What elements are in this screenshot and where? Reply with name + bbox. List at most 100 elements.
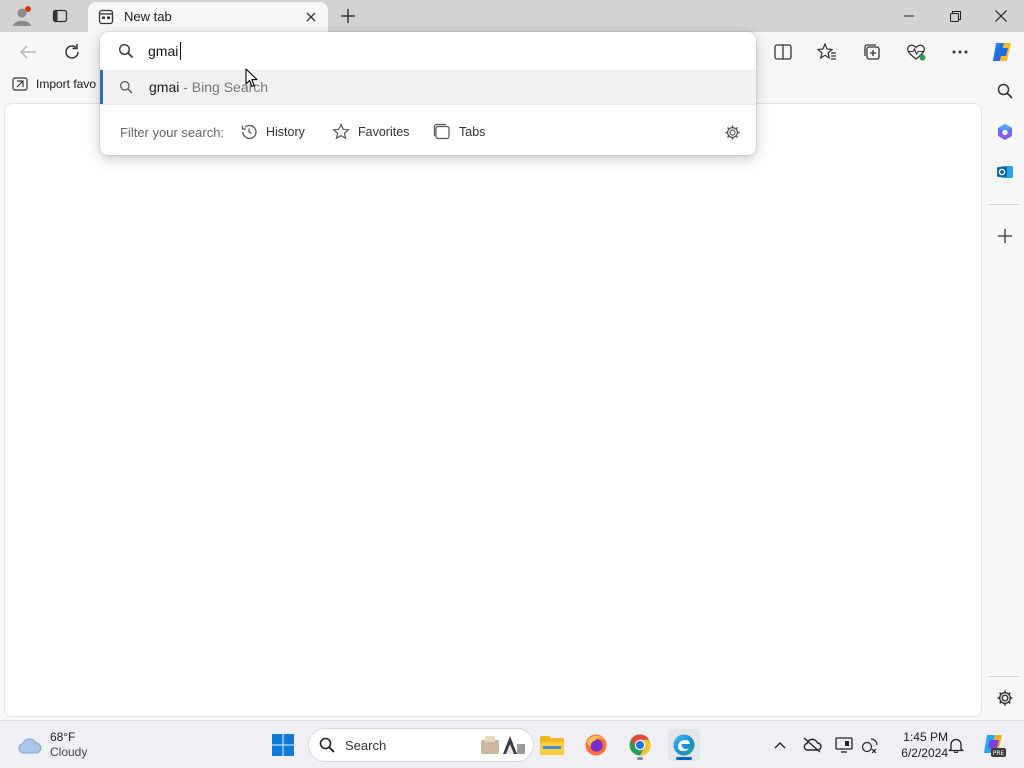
network-icon [861,738,878,753]
search-icon [119,80,133,94]
collections-button[interactable] [856,36,888,68]
split-screen-button[interactable] [767,36,799,68]
close-icon [995,10,1007,22]
search-icon [319,737,335,753]
close-icon [306,12,316,22]
refresh-button[interactable] [56,36,88,68]
windows-logo-icon [272,734,294,756]
favorites-button[interactable] [811,36,843,68]
chevron-up-icon [774,742,786,749]
tab-close-button[interactable] [302,8,320,26]
filter-label: Filter your search: [120,125,225,140]
weather-condition: Cloudy [50,745,88,759]
title-bar: New tab [0,0,1024,32]
taskbar-search-box[interactable]: Search [308,728,534,762]
search-icon [997,83,1013,99]
dropdown-divider [100,104,756,105]
gear-icon [997,690,1013,706]
taskbar-file-explorer[interactable] [536,729,568,761]
sidebar-add-button[interactable] [990,221,1020,251]
back-button[interactable] [12,36,44,68]
new-tab-page-icon [98,9,114,25]
import-icon [12,77,28,91]
minimize-icon [904,15,914,17]
notifications-button[interactable] [946,735,966,755]
running-indicator [637,757,643,760]
split-screen-icon [774,44,792,60]
clock-time: 1:45 PM [903,730,948,744]
filter-history-label: History [266,125,305,139]
search-suggestion[interactable]: gmai - Bing Search [100,70,756,104]
taskbar-chrome[interactable] [624,729,656,761]
sidebar-shopping-button[interactable] [990,117,1020,147]
sidebar-divider [989,204,1019,205]
tab-title: New tab [124,9,172,24]
taskbar-firefox[interactable] [580,729,612,761]
new-tab-button[interactable] [330,0,366,32]
tray-copilot-pre[interactable]: PRE [980,732,1006,758]
favorites-star-icon [817,43,836,60]
tab-actions-icon [52,9,68,23]
firefox-icon [585,734,607,756]
search-settings-button[interactable] [722,122,742,142]
history-icon [241,124,257,140]
refresh-icon [65,44,79,59]
bell-icon [948,738,964,753]
page-content [4,103,982,717]
tray-display[interactable] [834,735,854,755]
address-bar [100,32,756,70]
filter-tabs[interactable]: Tabs [433,120,485,144]
taskbar-edge[interactable] [668,729,700,761]
folder-icon [540,736,564,755]
sidebar-search-button[interactable] [990,76,1020,106]
back-arrow-icon [19,45,36,59]
tray-onedrive[interactable] [802,735,822,755]
tray-network[interactable] [860,735,880,755]
display-icon [835,737,853,753]
search-highlight-icon [477,732,529,758]
weather-widget[interactable]: 68°F Cloudy [16,727,87,763]
filter-history[interactable]: History [240,120,305,144]
vertical-tabs-button[interactable] [42,0,78,32]
suggestion-query: gmai [149,79,180,95]
minimize-button[interactable] [886,0,932,32]
mouse-pointer-icon [245,68,259,88]
edge-sidebar [985,72,1024,718]
shopping-icon [998,124,1012,140]
gear-icon [724,124,740,140]
copilot-button[interactable] [986,36,1018,68]
address-bar-dropdown: gmai - Bing Search Filter your search: H… [100,32,756,155]
address-input[interactable] [148,41,728,61]
edge-icon [673,734,695,756]
tabs-icon [433,123,450,140]
text-caret [180,42,181,60]
plus-icon [341,9,355,23]
profile-button[interactable] [4,0,40,32]
restore-button[interactable] [932,0,978,32]
import-favorites-button[interactable]: Import favo [12,76,96,92]
show-hidden-icons-button[interactable] [770,735,790,755]
star-icon [332,123,350,140]
browser-essentials-button[interactable] [900,36,932,68]
chrome-icon [629,734,651,756]
taskbar-search-placeholder: Search [345,738,387,753]
sidebar-settings-button[interactable] [990,683,1020,713]
collections-icon [864,44,880,60]
tab-new-tab[interactable]: New tab [88,2,328,32]
sidebar-outlook-button[interactable] [990,157,1020,187]
filter-favorites-label: Favorites [358,125,410,139]
start-button[interactable] [267,729,299,761]
svg-text:PRE: PRE [993,750,1005,757]
cloud-icon [18,738,42,754]
search-icon [118,43,134,59]
taskbar-clock[interactable]: 1:45 PM 6/2/2024 [886,729,948,761]
filter-row: Filter your search: History Favorites Ta… [100,116,756,148]
cloud-offline-icon [803,737,822,753]
import-favorites-label: Import favo [36,77,97,91]
more-dots-icon [952,50,968,54]
clock-date: 6/2/2024 [901,746,948,760]
window-close-button[interactable] [978,0,1024,32]
profile-icon [13,6,31,26]
settings-more-button[interactable] [944,36,976,68]
filter-favorites[interactable]: Favorites [332,120,409,144]
